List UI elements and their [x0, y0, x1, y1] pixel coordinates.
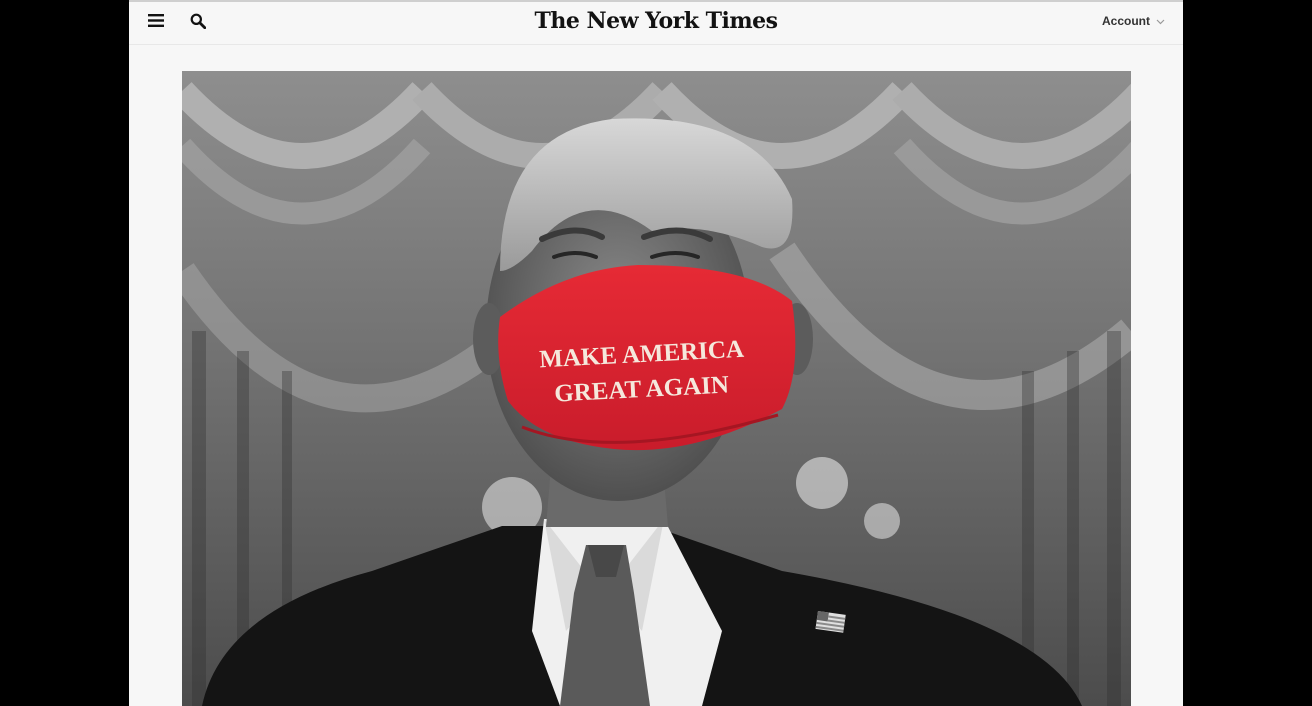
hero-image: MAKE AMERICA GREAT AGAIN: [182, 71, 1131, 706]
nyt-page: The New York Times Account MAKE AMERICA …: [129, 0, 1183, 706]
chevron-down-icon: [1156, 14, 1165, 28]
nyt-logo[interactable]: The New York Times: [129, 8, 1183, 34]
hero-illustration: MAKE AMERICA GREAT AGAIN: [182, 71, 1131, 706]
account-button[interactable]: Account: [1102, 14, 1165, 28]
red-mask: MAKE AMERICA GREAT AGAIN: [498, 265, 796, 451]
masthead: The New York Times Account: [129, 2, 1183, 45]
account-label: Account: [1102, 14, 1150, 28]
